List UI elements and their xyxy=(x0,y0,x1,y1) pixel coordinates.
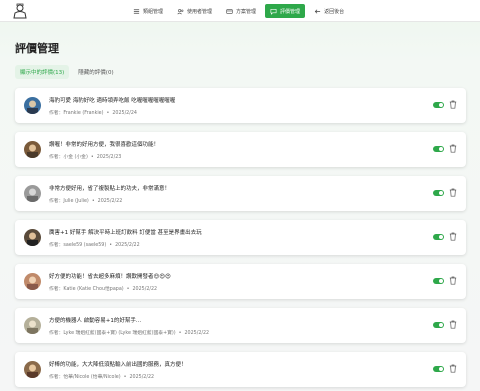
review-author: 作者：小金 (小金) xyxy=(49,155,88,160)
review-text: 好方便的功能！省去超多麻煩！讚歎開發者😍😍😍 xyxy=(49,274,171,280)
top-navigation-bar: 類組管理 使用者管理 方案管理 評價管理 返回後台 xyxy=(0,0,480,22)
review-tabs: 顯示中的評價(13) 隱藏的評價(0) xyxy=(15,65,119,79)
review-date: 2025/2/22 xyxy=(97,199,123,204)
nav-item-label: 類組管理 xyxy=(143,8,164,15)
review-text: 厲害+1 好幫手 解決平時上班訂飲料 訂便當 甚至是界畫出去玩 xyxy=(49,230,202,236)
review-text: 好棒的功能，大大降低須點輸入前出國的服務，真方便！ xyxy=(49,362,187,368)
tab-visible-reviews[interactable]: 顯示中的評價(13) xyxy=(15,65,70,79)
avatar xyxy=(24,97,41,114)
avatar xyxy=(24,317,41,334)
trash-icon[interactable] xyxy=(449,276,457,285)
review-author: 作者：Julie (Julie) xyxy=(49,199,89,204)
review-author: 作者：Katie (Katie Chou恰papa) xyxy=(49,287,124,292)
visibility-toggle[interactable] xyxy=(433,277,444,284)
list-icon xyxy=(133,8,140,14)
trash-icon[interactable] xyxy=(449,320,457,329)
review-date: 2025/2/22 xyxy=(184,331,210,336)
nav-item-categories[interactable]: 類組管理 xyxy=(128,4,168,18)
page-title: 評價管理 xyxy=(15,42,59,55)
review-card: 好棒的功能，大大降低須點輸入前出國的服務，真方便！ 作者：怡華/Nicole (… xyxy=(15,352,466,387)
trash-icon[interactable] xyxy=(449,364,457,373)
visibility-toggle[interactable] xyxy=(433,321,444,328)
users-icon xyxy=(177,8,184,14)
review-date: 2025/2/22 xyxy=(132,287,158,292)
visibility-toggle[interactable] xyxy=(433,233,444,240)
avatar xyxy=(24,273,41,290)
avatar xyxy=(24,229,41,246)
review-author: 作者：Lyke 瑞姐紅藍(國泰+寶) (Lyke 瑞姐紅藍(國泰+寶)) xyxy=(49,331,176,336)
chat-icon xyxy=(270,8,277,15)
visibility-toggle[interactable] xyxy=(433,101,444,108)
trash-icon[interactable] xyxy=(449,144,457,153)
nav-item-users[interactable]: 使用者管理 xyxy=(172,4,217,18)
review-card: 讚喔！非常的好用方便，我很喜歡這個功能！ 作者：小金 (小金) • 2025/2/2… xyxy=(15,132,466,167)
nav-item-label: 方案管理 xyxy=(236,8,257,15)
avatar xyxy=(24,185,41,202)
nav-item-reviews[interactable]: 評價管理 xyxy=(265,4,306,18)
avatar xyxy=(24,361,41,378)
visibility-toggle[interactable] xyxy=(433,189,444,196)
review-author: 作者：Frankie (Frankie) xyxy=(49,111,104,116)
nav-item-label: 使用者管理 xyxy=(187,8,213,15)
review-date: 2025/2/22 xyxy=(129,375,155,380)
visibility-toggle[interactable] xyxy=(433,365,444,372)
trash-icon[interactable] xyxy=(449,188,457,197)
nav-item-label: 評價管理 xyxy=(280,8,301,15)
trash-icon[interactable] xyxy=(449,100,457,109)
main-nav: 類組管理 使用者管理 方案管理 評價管理 返回後台 xyxy=(128,4,349,18)
review-date: 2025/2/22 xyxy=(115,243,140,248)
nav-item-plans[interactable]: 方案管理 xyxy=(221,4,261,18)
review-text: 海豹可愛 海豹好吃 適時領弄吃飯 吃喔喔喔喔喔喔喔 xyxy=(49,98,176,104)
avatar xyxy=(24,141,41,158)
arrow-left-icon xyxy=(314,9,321,13)
nav-item-label: 返回後台 xyxy=(324,8,345,15)
review-text: 方便的機器人 啟動容易+1的好幫手... xyxy=(49,318,142,324)
nav-item-back[interactable]: 返回後台 xyxy=(309,4,349,18)
review-card: 海豹可愛 海豹好吃 適時領弄吃飯 吃喔喔喔喔喔喔喔 作者：Frankie (Fr… xyxy=(15,88,466,123)
trash-icon[interactable] xyxy=(449,232,457,241)
visibility-toggle[interactable] xyxy=(433,145,444,152)
review-date: 2025/2/23 xyxy=(96,155,122,160)
review-card: 非常方便好用，省了複製貼上的功夫，非常滿意！ 作者：Julie (Julie) •… xyxy=(15,176,466,211)
review-text: 非常方便好用，省了複製貼上的功夫，非常滿意！ xyxy=(49,186,171,192)
person-avatar-icon[interactable] xyxy=(12,3,28,19)
review-card: 好方便的功能！省去超多麻煩！讚歎開發者😍😍😍 作者：Katie (Katie C… xyxy=(15,264,466,299)
card-icon xyxy=(226,8,233,14)
review-list: 海豹可愛 海豹好吃 適時領弄吃飯 吃喔喔喔喔喔喔喔 作者：Frankie (Fr… xyxy=(15,88,466,391)
review-card: 方便的機器人 啟動容易+1的好幫手... 作者：Lyke 瑞姐紅藍(國泰+寶) … xyxy=(15,308,466,343)
review-text: 讚喔！非常的好用方便，我很喜歡這個功能！ xyxy=(49,142,160,148)
review-author: 作者：saele59 (saele59) xyxy=(49,243,107,248)
review-date: 2025/2/24 xyxy=(112,111,137,116)
review-card: 厲害+1 好幫手 解決平時上班訂飲料 訂便當 甚至是界畫出去玩 作者：saele… xyxy=(15,220,466,255)
review-author: 作者：怡華/Nicole (怡華/Nicole) xyxy=(49,375,121,380)
tab-hidden-reviews[interactable]: 隱藏的評價(0) xyxy=(73,65,118,79)
